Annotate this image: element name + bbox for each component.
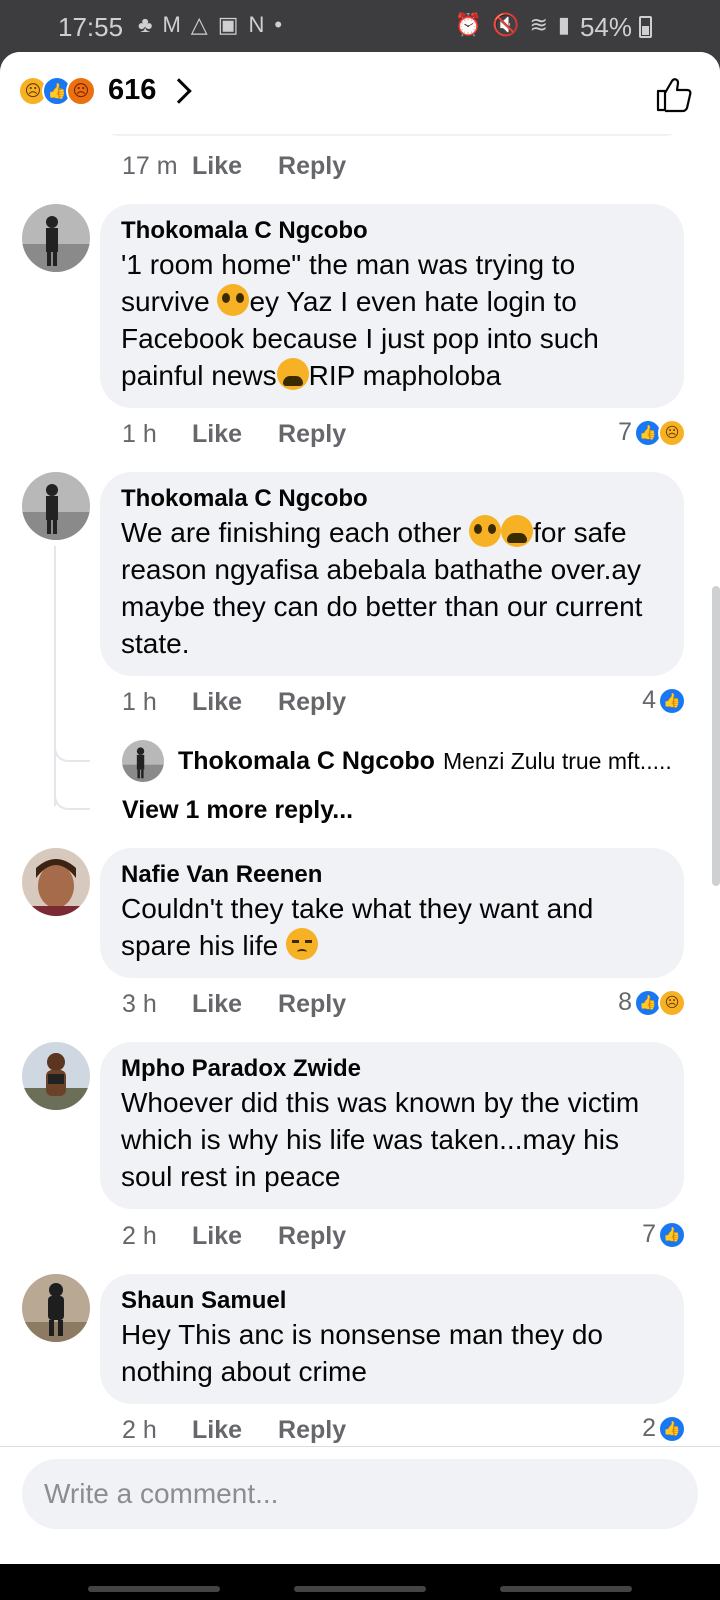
thumbs-up-icon[interactable]: [654, 74, 694, 114]
sad-reaction-icon: ☹: [658, 418, 686, 447]
n-icon: N: [248, 12, 265, 37]
reaction-count-badge[interactable]: 7 👍: [642, 1220, 686, 1249]
avatar[interactable]: [22, 204, 90, 272]
status-bar: 17:55 ♣ M △ ▣ N • ⏰ 🔇 ≋ ▮ 54%: [0, 0, 720, 52]
like-button[interactable]: Like: [192, 420, 242, 449]
thread-branch: [54, 738, 90, 762]
mail-icon: M: [162, 12, 181, 37]
nav-recents[interactable]: [88, 1586, 220, 1592]
app-icon: ♣: [138, 12, 153, 37]
angry-reaction-icon: ☹: [66, 75, 96, 106]
battery-percent: 54%: [579, 12, 632, 42]
nav-home[interactable]: [294, 1586, 426, 1592]
wifi-icon: ≋: [529, 12, 548, 37]
alarm-icon: ⏰: [454, 12, 483, 37]
comments-sheet: ☹ 👍 ☹ 616 17 m Like Reply Thokomala C Ng…: [0, 52, 720, 1564]
comment-actions: 3 h Like Reply: [122, 990, 346, 1019]
comment-composer-bar: [0, 1446, 720, 1564]
reply-button[interactable]: Reply: [278, 688, 346, 717]
comment-bubble[interactable]: Thokomala C Ngcobo We are finishing each…: [100, 472, 684, 676]
comment-text: Couldn't they take what they want and sp…: [121, 893, 594, 961]
battery-icon: [639, 16, 652, 38]
like-button[interactable]: Like: [192, 1416, 242, 1445]
reaction-count-badge[interactable]: 7 👍 ☹: [618, 418, 686, 447]
avatar[interactable]: [22, 472, 90, 540]
comment-time: 2 h: [122, 1222, 157, 1250]
comment-input[interactable]: [22, 1459, 698, 1529]
like-button[interactable]: Like: [192, 688, 242, 717]
comment-bubble[interactable]: Nafie Van Reenen Couldn't they take what…: [100, 848, 684, 978]
avatar[interactable]: [22, 1042, 90, 1110]
comment-time: 1 h: [122, 420, 157, 448]
avatar[interactable]: [122, 740, 164, 782]
signal-icon: ▮: [557, 12, 570, 37]
status-time: 17:55: [58, 12, 124, 42]
like-reaction-icon: 👍: [658, 686, 686, 715]
reaction-count-badge[interactable]: 2 👍: [642, 1414, 686, 1443]
pleading-face-emoji: [469, 515, 502, 547]
comment-text: We are finishing each other for safe rea…: [121, 515, 643, 659]
sheet-header: ☹ 👍 ☹ 616: [0, 52, 720, 134]
comment-text: Hey This anc is nonsense man they do not…: [121, 1319, 603, 1387]
view-more-replies-link[interactable]: View 1 more reply...: [122, 796, 353, 825]
comment-bubble[interactable]: Mpho Paradox Zwide Whoever did this was …: [100, 1042, 684, 1209]
comment-actions: 1 h Like Reply: [122, 688, 346, 717]
reaction-summary[interactable]: ☹ 👍 ☹ 616: [18, 74, 193, 107]
like-button[interactable]: Like: [192, 1222, 242, 1251]
comment-text: '1 room home" the man was trying to surv…: [121, 249, 599, 391]
mute-icon: 🔇: [492, 12, 520, 37]
comment-time: 17 m: [122, 152, 178, 180]
pensive-face-emoji: [285, 928, 318, 960]
commenter-name[interactable]: Thokomala C Ngcobo: [121, 216, 664, 246]
comment-bubble[interactable]: Shaun Samuel Hey This anc is nonsense ma…: [100, 1274, 684, 1404]
commenter-name[interactable]: Thokomala C Ngcobo: [121, 484, 664, 514]
notification-icons: ♣ M △ ▣ N •: [138, 12, 282, 38]
like-reaction-icon: 👍: [658, 1220, 686, 1249]
like-button[interactable]: Like: [192, 152, 242, 181]
comment-time: 2 h: [122, 1416, 157, 1444]
comment-time: 1 h: [122, 688, 157, 716]
reply-button[interactable]: Reply: [278, 1222, 346, 1251]
system-icons: ⏰ 🔇 ≋ ▮: [455, 12, 570, 38]
nav-back[interactable]: [500, 1586, 632, 1592]
pleading-face-emoji: [217, 284, 250, 316]
reaction-count-badge[interactable]: 4 👍: [642, 686, 686, 715]
crying-face-emoji: [501, 515, 534, 547]
comment-text: Whoever did this was known by the victim…: [121, 1087, 640, 1192]
avatar[interactable]: [22, 848, 90, 916]
alert-icon: △: [190, 12, 208, 37]
avatar[interactable]: [22, 1274, 90, 1342]
reaction-count-badge[interactable]: 8 👍 ☹: [618, 988, 686, 1017]
reply-button[interactable]: Reply: [278, 990, 346, 1019]
commenter-name[interactable]: Nafie Van Reenen: [121, 860, 664, 890]
reaction-count: 616: [108, 74, 157, 106]
comment-actions: 1 h Like Reply: [122, 420, 346, 449]
like-reaction-icon: 👍: [658, 1414, 686, 1443]
reply-button[interactable]: Reply: [278, 420, 346, 449]
reply-button[interactable]: Reply: [278, 152, 346, 181]
comment-time: 3 h: [122, 990, 157, 1018]
dot-icon: •: [274, 12, 283, 37]
comment-bubble[interactable]: Thokomala C Ngcobo '1 room home" the man…: [100, 204, 684, 408]
comment-actions: 2 h Like Reply: [122, 1222, 346, 1251]
sad-reaction-icon: ☹: [658, 988, 686, 1017]
commenter-name[interactable]: Shaun Samuel: [121, 1286, 664, 1316]
comment-actions: 2 h Like Reply: [122, 1416, 346, 1445]
reply-preview[interactable]: Thokomala C Ngcobo Menzi Zulu true mft..…: [122, 740, 672, 782]
chevron-right-icon: [166, 77, 193, 104]
reply-button[interactable]: Reply: [278, 1416, 346, 1445]
inbox-icon: ▣: [217, 12, 239, 37]
thread-line: [54, 546, 56, 806]
commenter-name[interactable]: Mpho Paradox Zwide: [121, 1054, 664, 1084]
like-button[interactable]: Like: [192, 990, 242, 1019]
thread-branch: [54, 786, 90, 810]
comment-actions: 17 m Like Reply: [122, 152, 346, 181]
reply-preview-text: Menzi Zulu true mft.....: [442, 747, 672, 774]
system-navigation-bar: [0, 1564, 720, 1600]
crying-face-emoji: [276, 358, 309, 390]
reply-author-name[interactable]: Thokomala C Ngcobo: [178, 747, 435, 776]
scrollbar[interactable]: [712, 586, 720, 886]
